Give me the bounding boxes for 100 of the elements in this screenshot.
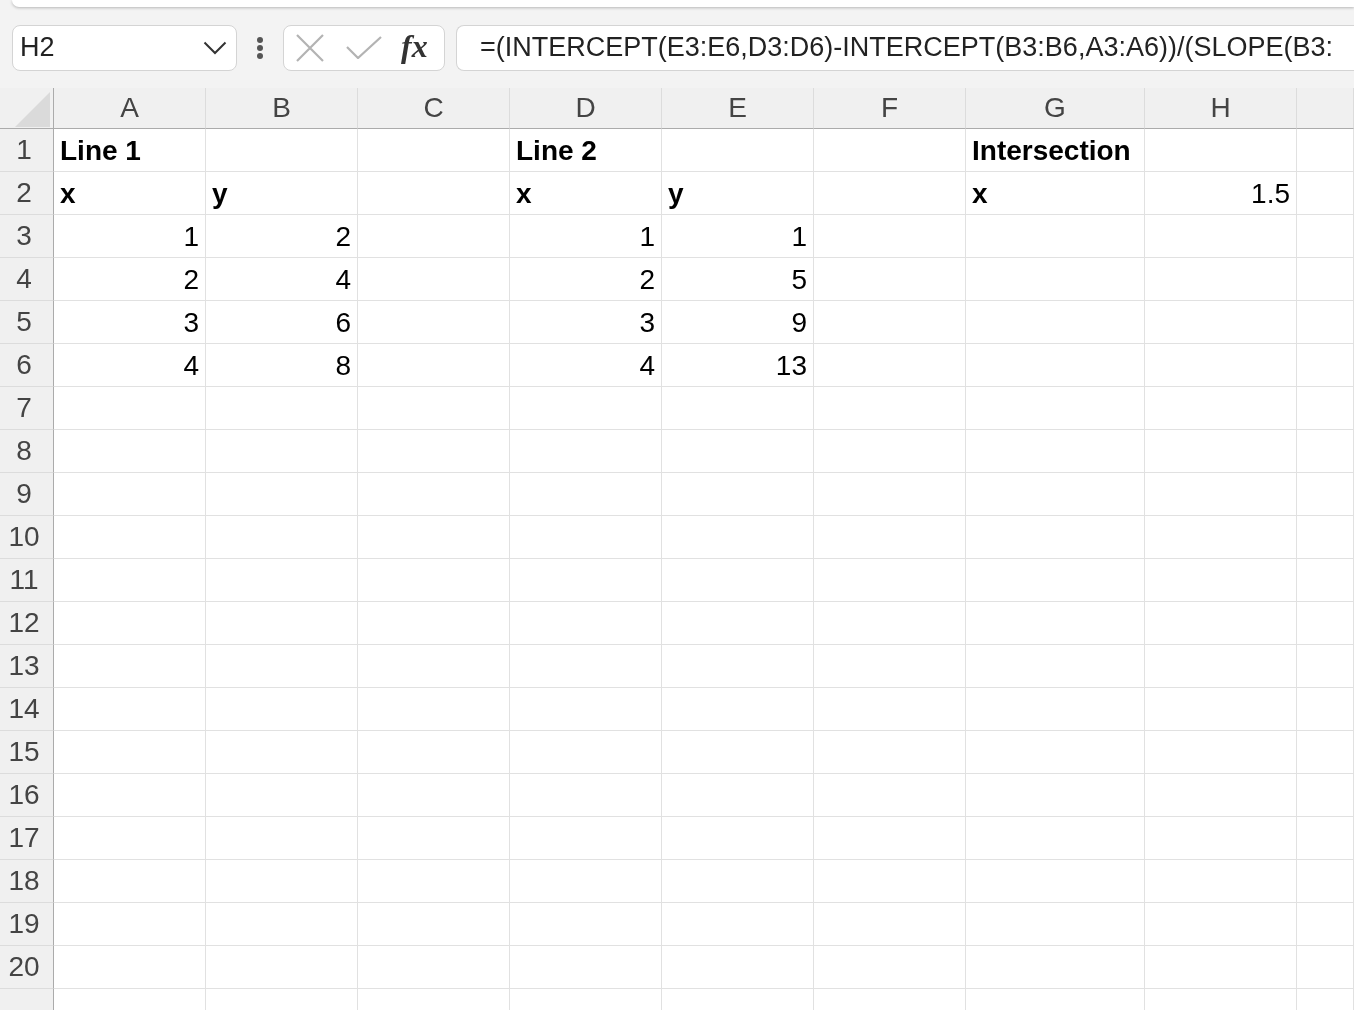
empty-cell[interactable]: [206, 946, 358, 989]
empty-cell[interactable]: [1145, 559, 1297, 602]
table-cell[interactable]: 4: [510, 344, 662, 387]
column-header[interactable]: A: [54, 88, 206, 129]
empty-cell[interactable]: [814, 516, 966, 559]
table-cell[interactable]: 4: [206, 258, 358, 301]
row-header[interactable]: 7: [0, 387, 54, 430]
table-cell[interactable]: y: [662, 172, 814, 215]
empty-cell[interactable]: [966, 860, 1145, 903]
table-cell[interactable]: 3: [54, 301, 206, 344]
empty-cell[interactable]: [206, 516, 358, 559]
row-header[interactable]: 2: [0, 172, 54, 215]
empty-cell[interactable]: [814, 344, 966, 387]
empty-cell[interactable]: [814, 645, 966, 688]
empty-cell[interactable]: [966, 344, 1145, 387]
empty-cell[interactable]: [206, 559, 358, 602]
column-header[interactable]: [1297, 88, 1354, 129]
row-header[interactable]: 19: [0, 903, 54, 946]
empty-cell[interactable]: [1145, 516, 1297, 559]
empty-cell[interactable]: [358, 473, 510, 516]
row-header[interactable]: 14: [0, 688, 54, 731]
empty-cell[interactable]: [1297, 215, 1354, 258]
empty-cell[interactable]: [510, 903, 662, 946]
name-box[interactable]: H2: [12, 24, 237, 71]
empty-cell[interactable]: [966, 301, 1145, 344]
empty-cell[interactable]: [662, 516, 814, 559]
select-all-icon[interactable]: [15, 92, 50, 127]
empty-cell[interactable]: [1297, 774, 1354, 817]
empty-cell[interactable]: [358, 387, 510, 430]
empty-cell[interactable]: [358, 430, 510, 473]
empty-cell[interactable]: [358, 946, 510, 989]
empty-cell[interactable]: [206, 387, 358, 430]
empty-cell[interactable]: [662, 817, 814, 860]
empty-cell[interactable]: [1145, 731, 1297, 774]
column-header[interactable]: E: [662, 88, 814, 129]
column-header[interactable]: D: [510, 88, 662, 129]
table-cell[interactable]: 8: [206, 344, 358, 387]
empty-cell[interactable]: [1145, 860, 1297, 903]
row-header[interactable]: 6: [0, 344, 54, 387]
empty-cell[interactable]: [966, 516, 1145, 559]
empty-cell[interactable]: [966, 731, 1145, 774]
empty-cell[interactable]: [510, 516, 662, 559]
empty-cell[interactable]: [510, 731, 662, 774]
empty-cell[interactable]: [206, 645, 358, 688]
empty-cell[interactable]: [1145, 344, 1297, 387]
empty-cell[interactable]: [1297, 559, 1354, 602]
empty-cell[interactable]: [814, 774, 966, 817]
empty-cell[interactable]: [358, 903, 510, 946]
row-header[interactable]: 9: [0, 473, 54, 516]
empty-cell[interactable]: [206, 602, 358, 645]
empty-cell[interactable]: [1145, 903, 1297, 946]
empty-cell[interactable]: [814, 946, 966, 989]
close-icon[interactable]: [296, 33, 324, 62]
empty-cell[interactable]: [1297, 344, 1354, 387]
empty-cell[interactable]: [966, 946, 1145, 989]
empty-cell[interactable]: [1297, 817, 1354, 860]
column-header[interactable]: G: [966, 88, 1145, 129]
table-cell[interactable]: 5: [662, 258, 814, 301]
empty-cell[interactable]: [662, 774, 814, 817]
table-cell[interactable]: 6: [206, 301, 358, 344]
empty-cell[interactable]: [358, 731, 510, 774]
empty-cell[interactable]: [1145, 817, 1297, 860]
more-icon[interactable]: [256, 35, 264, 60]
empty-cell[interactable]: [662, 860, 814, 903]
empty-cell[interactable]: [662, 559, 814, 602]
empty-cell[interactable]: [814, 731, 966, 774]
table-cell[interactable]: Line 2: [510, 129, 662, 172]
empty-cell[interactable]: [206, 903, 358, 946]
empty-cell[interactable]: [358, 129, 510, 172]
empty-cell[interactable]: [358, 602, 510, 645]
empty-cell[interactable]: [966, 645, 1145, 688]
empty-cell[interactable]: [510, 817, 662, 860]
empty-cell[interactable]: [1145, 473, 1297, 516]
empty-cell[interactable]: [662, 645, 814, 688]
empty-cell[interactable]: [358, 860, 510, 903]
table-cell[interactable]: y: [206, 172, 358, 215]
empty-cell[interactable]: [1297, 903, 1354, 946]
table-cell[interactable]: 9: [662, 301, 814, 344]
empty-cell[interactable]: [206, 129, 358, 172]
insert-function-button[interactable]: fx: [401, 29, 428, 66]
empty-cell[interactable]: [814, 215, 966, 258]
empty-cell[interactable]: [358, 172, 510, 215]
empty-cell[interactable]: [1145, 301, 1297, 344]
empty-cell[interactable]: [662, 129, 814, 172]
empty-cell[interactable]: [814, 817, 966, 860]
empty-cell[interactable]: [358, 301, 510, 344]
empty-cell[interactable]: [510, 602, 662, 645]
empty-cell[interactable]: [510, 946, 662, 989]
empty-cell[interactable]: [1145, 688, 1297, 731]
empty-cell[interactable]: [358, 215, 510, 258]
empty-cell[interactable]: [966, 688, 1145, 731]
empty-cell[interactable]: [814, 129, 966, 172]
empty-cell[interactable]: [1297, 258, 1354, 301]
empty-cell[interactable]: [206, 430, 358, 473]
empty-cell[interactable]: [358, 516, 510, 559]
empty-cell[interactable]: [510, 559, 662, 602]
empty-cell[interactable]: [358, 817, 510, 860]
row-header[interactable]: 5: [0, 301, 54, 344]
empty-cell[interactable]: [358, 559, 510, 602]
empty-cell[interactable]: [358, 344, 510, 387]
